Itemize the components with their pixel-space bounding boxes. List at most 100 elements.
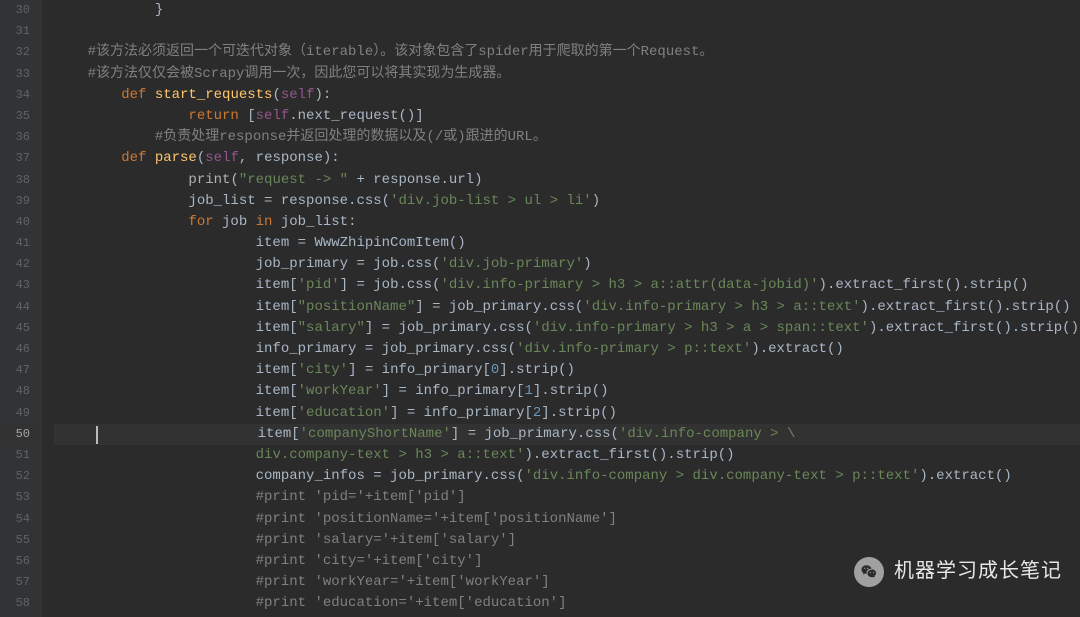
code-token: 'education' xyxy=(298,405,390,421)
code-line[interactable]: company_infos = job_primary.css('div.inf… xyxy=(54,466,1080,487)
code-token: ): xyxy=(323,150,340,166)
code-token: div.company-text > h3 > a::text' xyxy=(256,447,525,463)
code-line[interactable]: div.company-text > h3 > a::text').extrac… xyxy=(54,445,1080,466)
code-token: ).extract() xyxy=(919,468,1011,484)
code-token: #print 'pid='+item['pid'] xyxy=(54,489,466,505)
line-number: 39 xyxy=(0,191,42,212)
code-token: ( xyxy=(272,87,280,103)
code-token: 'div.info-primary > p::text' xyxy=(516,341,751,357)
watermark-label: 机器学习成长笔记 xyxy=(894,561,1062,582)
code-token: ].strip() xyxy=(533,383,609,399)
code-token: response xyxy=(256,150,323,166)
line-number: 43 xyxy=(0,275,42,296)
line-number: 42 xyxy=(0,254,42,275)
code-line[interactable]: print("request -> " + response.url) xyxy=(54,170,1080,191)
code-line[interactable]: def parse(self, response): xyxy=(54,148,1080,169)
code-token xyxy=(54,447,256,463)
code-token: #负责处理response并返回处理的数据以及(/或)跟进的URL。 xyxy=(54,129,547,145)
code-line[interactable]: def start_requests(self): xyxy=(54,85,1080,106)
code-line[interactable]: #print 'education='+item['education'] xyxy=(54,593,1080,614)
code-token: item[ xyxy=(98,426,300,442)
code-token: ( xyxy=(230,172,238,188)
code-token: ) xyxy=(583,256,591,272)
code-token: ).extract_first().strip() xyxy=(861,299,1071,315)
code-token: #print 'education='+item['education'] xyxy=(54,595,566,611)
watermark: 机器学习成长笔记 xyxy=(854,557,1062,587)
code-token: item = WwwZhipinComItem() xyxy=(54,235,466,251)
line-number: 35 xyxy=(0,106,42,127)
code-line[interactable]: #该方法仅仅会被Scrapy调用一次，因此您可以将其实现为生成器。 xyxy=(54,64,1080,85)
code-token: , xyxy=(239,150,256,166)
code-token: [ xyxy=(247,108,255,124)
wechat-icon xyxy=(854,557,884,587)
code-token: 'pid' xyxy=(298,277,340,293)
line-number: 31 xyxy=(0,21,42,42)
code-token: "salary" xyxy=(298,320,365,336)
line-number: 44 xyxy=(0,297,42,318)
code-token: ).extract_first().strip() xyxy=(869,320,1079,336)
code-token: ] = job.css( xyxy=(340,277,441,293)
code-token: ] = info_primary[ xyxy=(382,383,525,399)
code-line[interactable]: job_primary = job.css('div.job-primary') xyxy=(54,254,1080,275)
code-token: item[ xyxy=(54,277,298,293)
line-number: 50 xyxy=(0,424,42,445)
code-token: job_primary = job.css( xyxy=(54,256,440,272)
code-token: 'div.info-company > div.company-text > p… xyxy=(524,468,919,484)
code-line[interactable]: item = WwwZhipinComItem() xyxy=(54,233,1080,254)
code-line[interactable]: item['city'] = info_primary[0].strip() xyxy=(54,360,1080,381)
code-token: ] = info_primary[ xyxy=(348,362,491,378)
code-editor[interactable]: 3031323334353637383940414243444546474849… xyxy=(0,0,1080,617)
code-token xyxy=(54,214,188,230)
code-area[interactable]: } #该方法必须返回一个可迭代对象（iterable）。该对象包含了spider… xyxy=(42,0,1080,617)
code-line[interactable]: item["positionName"] = job_primary.css('… xyxy=(54,297,1080,318)
code-line[interactable]: item['workYear'] = info_primary[1].strip… xyxy=(54,381,1080,402)
line-number: 45 xyxy=(0,318,42,339)
code-line[interactable]: #该方法必须返回一个可迭代对象（iterable）。该对象包含了spider用于… xyxy=(54,42,1080,63)
code-line[interactable]: #负责处理response并返回处理的数据以及(/或)跟进的URL。 xyxy=(54,127,1080,148)
code-token: #print 'workYear='+item['workYear'] xyxy=(54,574,550,590)
code-line[interactable]: for job in job_list: xyxy=(54,212,1080,233)
code-token: self xyxy=(281,87,315,103)
code-line[interactable] xyxy=(54,21,1080,42)
code-line[interactable]: item["salary"] = job_primary.css('div.in… xyxy=(54,318,1080,339)
code-line[interactable]: #print 'salary='+item['salary'] xyxy=(54,530,1080,551)
code-line[interactable]: info_primary = job_primary.css('div.info… xyxy=(54,339,1080,360)
line-number: 54 xyxy=(0,509,42,530)
code-line[interactable]: #print 'pid='+item['pid'] xyxy=(54,487,1080,508)
code-line[interactable]: #print 'positionName='+item['positionNam… xyxy=(54,509,1080,530)
line-number: 41 xyxy=(0,233,42,254)
code-line[interactable]: item['companyShortName'] = job_primary.c… xyxy=(54,424,1080,445)
line-number: 48 xyxy=(0,381,42,402)
code-token: ) xyxy=(592,193,600,209)
code-token: #print 'city='+item['city'] xyxy=(54,553,482,569)
code-line[interactable]: return [self.next_request()] xyxy=(54,106,1080,127)
code-token: + response.url) xyxy=(348,172,482,188)
code-token: #print 'salary='+item['salary'] xyxy=(54,532,516,548)
code-token: 'city' xyxy=(298,362,348,378)
line-number: 49 xyxy=(0,403,42,424)
code-token: 'workYear' xyxy=(298,383,382,399)
code-token: company_infos = job_primary.css( xyxy=(54,468,524,484)
code-token: info_primary = job_primary.css( xyxy=(54,341,516,357)
code-token: 'div.info-company > \ xyxy=(619,426,795,442)
code-token: ].strip() xyxy=(499,362,575,378)
line-number: 36 xyxy=(0,127,42,148)
code-token: ] = job_primary.css( xyxy=(451,426,619,442)
line-number: 47 xyxy=(0,360,42,381)
code-token: ] = info_primary[ xyxy=(390,405,533,421)
code-line[interactable]: item['education'] = info_primary[2].stri… xyxy=(54,403,1080,424)
code-token: ] = job_primary.css( xyxy=(365,320,533,336)
code-line[interactable]: } xyxy=(54,0,1080,21)
code-line[interactable]: item['pid'] = job.css('div.info-primary … xyxy=(54,275,1080,296)
code-token: in xyxy=(256,214,281,230)
code-token: 'div.job-list > ul > li' xyxy=(390,193,592,209)
code-token xyxy=(54,172,188,188)
code-line[interactable]: job_list = response.css('div.job-list > … xyxy=(54,191,1080,212)
code-token: #该方法必须返回一个可迭代对象（iterable）。该对象包含了spider用于… xyxy=(54,44,713,60)
line-number: 30 xyxy=(0,0,42,21)
line-number: 56 xyxy=(0,551,42,572)
line-number: 40 xyxy=(0,212,42,233)
line-number: 33 xyxy=(0,64,42,85)
code-token: ).extract_first().strip() xyxy=(524,447,734,463)
code-token: "positionName" xyxy=(298,299,416,315)
